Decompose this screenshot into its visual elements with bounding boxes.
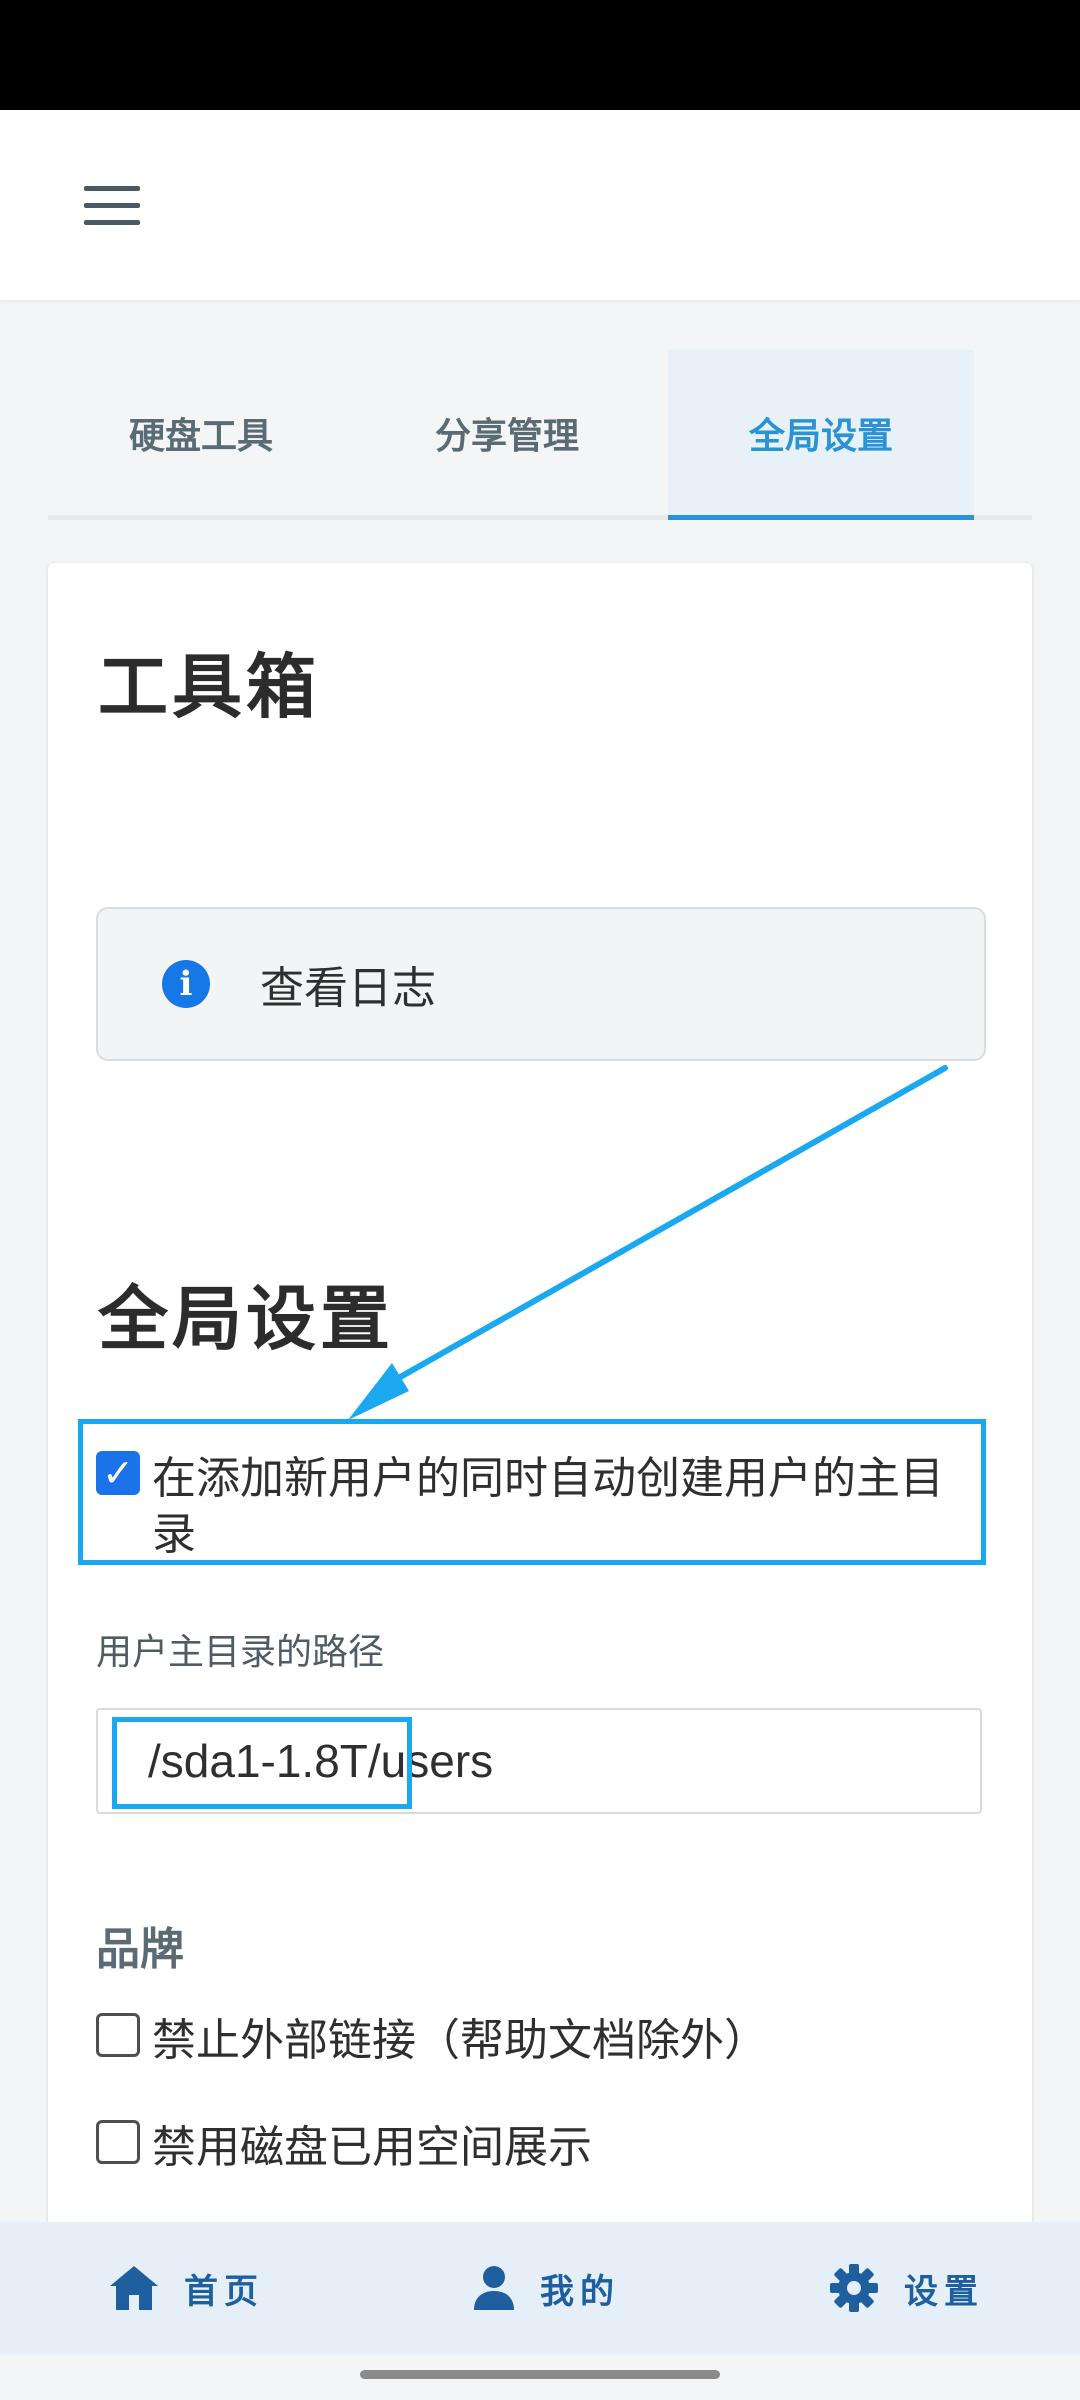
tab-global-settings[interactable]: 全局设置 — [668, 350, 974, 520]
gear-icon — [830, 2264, 878, 2312]
home-path-label: 用户主目录的路径 — [96, 1632, 385, 1673]
toolbox-heading: 工具箱 — [98, 646, 320, 728]
view-logs-label: 查看日志 — [260, 963, 436, 1014]
disable-external-links-label: 禁止外部链接（帮助文档除外） — [152, 2015, 768, 2066]
settings-card: 工具箱 i 查看日志 全局设置 ✓ 在添加新用户的同时自动创建用户的主目录 用户… — [48, 563, 1032, 2243]
view-logs-button[interactable]: i 查看日志 — [96, 907, 986, 1061]
home-icon — [110, 2266, 158, 2310]
auto-create-home-label: 在添加新用户的同时自动创建用户的主目录 — [152, 1453, 944, 1560]
nav-mine-label: 我的 — [540, 2271, 620, 2312]
global-settings-heading: 全局设置 — [98, 1278, 394, 1360]
tab-bar: 硬盘工具 分享管理 全局设置 — [48, 350, 1032, 520]
tab-disk-tools[interactable]: 硬盘工具 — [48, 350, 354, 515]
app-bar — [0, 110, 1080, 300]
bottom-navigation: 首页 我的 设置 — [0, 2222, 1080, 2354]
nav-home-label: 首页 — [184, 2271, 264, 2312]
menu-icon[interactable] — [84, 186, 140, 226]
disable-external-links-option: 禁止外部链接（帮助文档除外） — [96, 2013, 768, 2069]
home-path-input[interactable] — [98, 1710, 980, 1812]
brand-section-label: 品牌 — [96, 1924, 184, 1975]
user-icon — [474, 2266, 514, 2310]
disable-disk-usage-label: 禁用磁盘已用空间展示 — [152, 2122, 592, 2173]
nav-settings[interactable]: 设置 — [828, 2222, 984, 2354]
nav-mine[interactable]: 我的 — [472, 2222, 620, 2354]
home-path-field[interactable] — [96, 1708, 982, 1814]
status-bar — [0, 0, 1080, 110]
disable-external-links-checkbox[interactable] — [96, 2013, 140, 2057]
nav-home[interactable]: 首页 — [108, 2222, 264, 2354]
tab-share-management[interactable]: 分享管理 — [354, 350, 660, 515]
disable-disk-usage-option: 禁用磁盘已用空间展示 — [96, 2120, 592, 2176]
info-icon: i — [162, 960, 210, 1008]
disable-disk-usage-checkbox[interactable] — [96, 2120, 140, 2164]
auto-create-home-option: ✓ 在添加新用户的同时自动创建用户的主目录 — [96, 1451, 996, 1563]
auto-create-home-checkbox[interactable]: ✓ — [96, 1451, 140, 1495]
nav-settings-label: 设置 — [904, 2271, 984, 2312]
gesture-bar — [360, 2370, 720, 2379]
